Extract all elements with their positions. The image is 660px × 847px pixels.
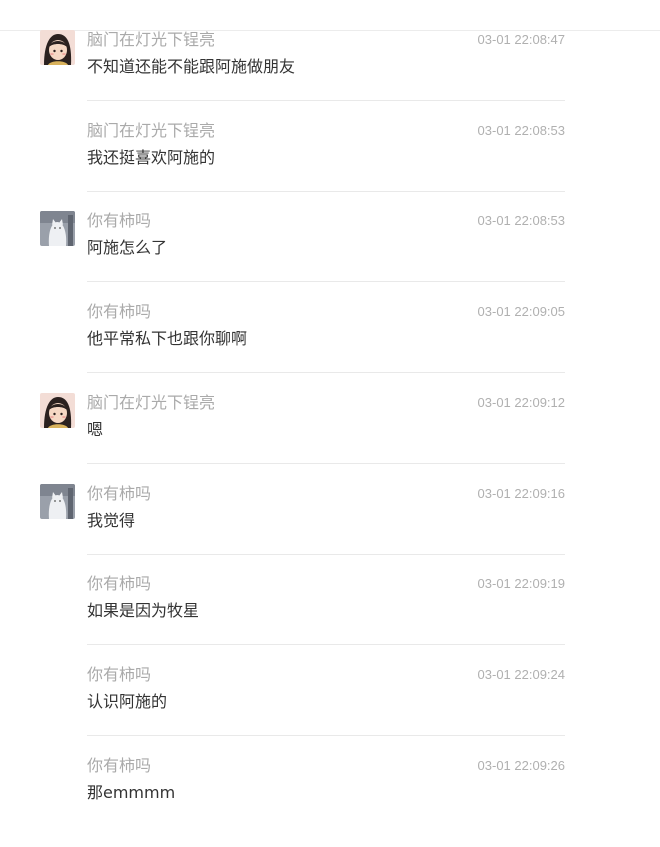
message-divider	[87, 281, 565, 282]
message-timestamp: 03-01 22:08:53	[477, 123, 565, 138]
sender-name: 你有柿吗	[87, 484, 152, 503]
sender-name: 你有柿吗	[87, 665, 152, 684]
message-divider	[87, 735, 565, 736]
girl-avatar-icon[interactable]	[40, 393, 75, 428]
message-item: 你有柿吗 03-01 22:09:16 我觉得	[0, 484, 660, 575]
message-item: 你有柿吗 03-01 22:08:53 阿施怎么了	[0, 211, 660, 302]
message-text: 嗯	[87, 420, 104, 439]
sender-name: 脑门在灯光下锃亮	[87, 30, 216, 49]
message-text: 阿施怎么了	[87, 238, 168, 257]
girl-avatar-icon[interactable]	[40, 30, 75, 65]
message-text: 那emmmm	[87, 783, 176, 802]
message-text: 我觉得	[87, 511, 136, 530]
sender-name: 你有柿吗	[87, 302, 152, 321]
sender-name: 你有柿吗	[87, 756, 152, 775]
message-divider	[87, 554, 565, 555]
message-text: 不知道还能不能跟阿施做朋友	[87, 57, 296, 76]
message-divider	[87, 644, 565, 645]
message-timestamp: 03-01 22:09:12	[477, 395, 565, 410]
message-item: 你有柿吗 03-01 22:09:19 如果是因为牧星	[0, 574, 660, 665]
sender-name: 你有柿吗	[87, 211, 152, 230]
message-timestamp: 03-01 22:09:16	[477, 486, 565, 501]
message-timestamp: 03-01 22:09:24	[477, 667, 565, 682]
message-timestamp: 03-01 22:09:05	[477, 304, 565, 319]
cat-avatar-icon[interactable]	[40, 211, 75, 246]
cat-avatar-icon[interactable]	[40, 484, 75, 519]
message-timestamp: 03-01 22:09:19	[477, 576, 565, 591]
message-item: 你有柿吗 03-01 22:09:05 他平常私下也跟你聊啊	[0, 302, 660, 393]
sender-name: 你有柿吗	[87, 574, 152, 593]
message-item: 脑门在灯光下锃亮 03-01 22:09:12 嗯	[0, 393, 660, 484]
message-divider	[87, 191, 565, 192]
message-item: 你有柿吗 03-01 22:09:26 那emmmm	[0, 756, 660, 847]
message-item: 你有柿吗 03-01 22:09:24 认识阿施的	[0, 665, 660, 756]
message-timestamp: 03-01 22:08:53	[477, 213, 565, 228]
message-divider	[87, 463, 565, 464]
message-text: 他平常私下也跟你聊啊	[87, 329, 248, 348]
message-item: 脑门在灯光下锃亮 03-01 22:08:53 我还挺喜欢阿施的	[0, 121, 660, 212]
sender-name: 脑门在灯光下锃亮	[87, 121, 216, 140]
message-timestamp: 03-01 22:09:26	[477, 758, 565, 773]
message-timestamp: 03-01 22:08:47	[477, 32, 565, 47]
message-item: 脑门在灯光下锃亮 03-01 22:08:47 不知道还能不能跟阿施做朋友	[0, 30, 660, 121]
message-text: 认识阿施的	[87, 692, 168, 711]
sender-name: 脑门在灯光下锃亮	[87, 393, 216, 412]
message-text: 我还挺喜欢阿施的	[87, 148, 216, 167]
message-divider	[87, 100, 565, 101]
message-divider	[87, 372, 565, 373]
message-text: 如果是因为牧星	[87, 601, 200, 620]
chat-history-list: 脑门在灯光下锃亮 03-01 22:08:47 不知道还能不能跟阿施做朋友 脑门…	[0, 0, 660, 823]
